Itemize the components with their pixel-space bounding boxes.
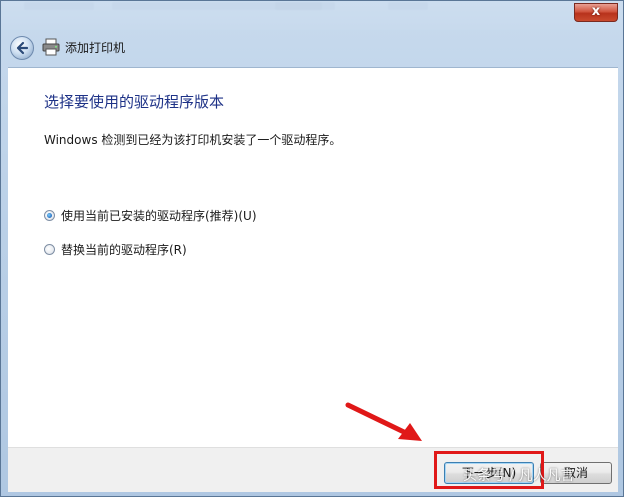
option-use-current-driver[interactable]: 使用当前已安装的驱动程序(推荐)(U) [44,207,257,223]
option-label: 使用当前已安装的驱动程序(推荐)(U) [61,208,257,223]
window-title: 添加打印机 [65,41,126,55]
watermark: 头条号 / 凡人凡言 [463,468,575,484]
option-replace-driver[interactable]: 替换当前的驱动程序(R) [44,241,187,257]
printer-icon [42,38,60,56]
add-printer-dialog: x 添加打印机 选择要使用的驱动程序版本 Windows 检测到已经为该打印机安… [0,0,624,497]
back-arrow-icon [16,41,29,55]
content-pane: 选择要使用的驱动程序版本 Windows 检测到已经为该打印机安装了一个驱动程序… [8,67,618,448]
page-heading: 选择要使用的驱动程序版本 [44,93,225,111]
radio-button[interactable] [44,243,55,255]
page-description: Windows 检测到已经为该打印机安装了一个驱动程序。 [44,133,342,147]
close-button[interactable]: x [574,3,618,22]
option-label: 替换当前的驱动程序(R) [61,242,187,257]
annotation-arrow-icon [345,402,422,441]
radio-button-selected[interactable] [44,209,55,221]
back-button[interactable] [10,36,34,60]
